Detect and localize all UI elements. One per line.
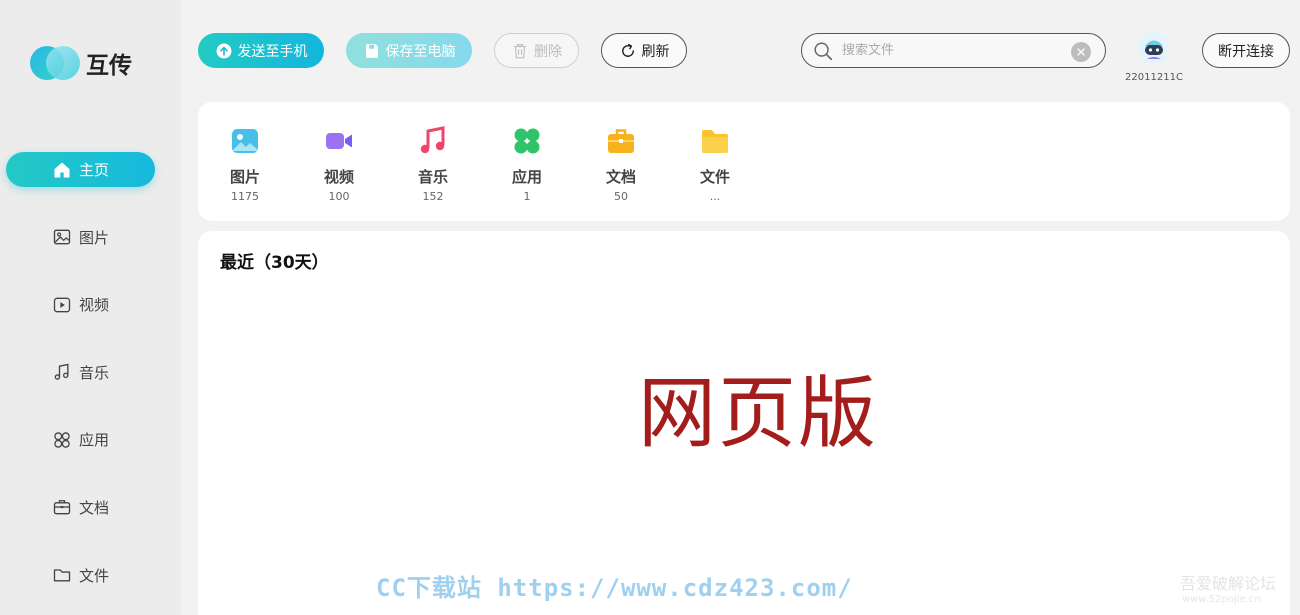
apps-icon [514, 128, 540, 154]
category-count: 100 [328, 190, 350, 203]
category-documents[interactable]: 文档 50 [591, 126, 651, 203]
sidebar-item-home[interactable]: 主页 [6, 152, 155, 187]
video-icon [53, 297, 71, 313]
search-box [801, 33, 1106, 68]
delete-button[interactable]: 删除 [494, 33, 579, 68]
folder-icon [702, 130, 728, 153]
category-name: 应用 [511, 168, 542, 186]
sidebar-item-videos[interactable]: 视频 [6, 287, 155, 322]
briefcase-icon [608, 129, 634, 153]
sidebar-item-music[interactable]: 音乐 [6, 355, 155, 390]
device-avatar-icon [1138, 32, 1170, 64]
sidebar-item-label: 文档 [78, 498, 109, 517]
web-version-overlay-text: 网页版 [638, 369, 879, 459]
recent-title: 最近（30天） [220, 253, 329, 273]
music-icon [420, 126, 445, 154]
save-to-pc-label: 保存至电脑 [385, 43, 456, 60]
category-name: 音乐 [417, 168, 448, 186]
logo-icon [30, 46, 80, 80]
app-name: 互传 [86, 53, 132, 79]
category-count: 1 [523, 190, 531, 203]
category-files[interactable]: 文件 ... [685, 126, 745, 203]
forum-url-watermark: www.52pojie.cn [1182, 594, 1261, 605]
disconnect-button[interactable]: 断开连接 [1202, 33, 1290, 68]
category-apps[interactable]: 应用 1 [497, 126, 557, 203]
category-name: 文件 [699, 168, 730, 186]
folder-icon [53, 569, 71, 582]
category-images[interactable]: 图片 1175 [215, 126, 275, 203]
category-count: 50 [614, 190, 628, 203]
category-card: 图片 1175 视频 100 音乐 152 应用 1 文档 50 文件 ... [198, 102, 1290, 221]
sidebar-item-images[interactable]: 图片 [6, 220, 155, 255]
video-icon [326, 133, 352, 149]
home-icon [54, 162, 70, 177]
sidebar-item-apps[interactable]: 应用 [6, 422, 155, 457]
category-count: 152 [422, 190, 444, 203]
trash-icon [514, 43, 526, 58]
refresh-button[interactable]: 刷新 [601, 33, 687, 68]
close-icon [1077, 48, 1085, 56]
delete-label: 删除 [534, 43, 562, 60]
sidebar-item-documents[interactable]: 文档 [6, 490, 155, 525]
briefcase-icon [53, 500, 71, 515]
forum-watermark: 吾爱破解论坛 [1180, 574, 1277, 593]
category-name: 视频 [323, 168, 354, 186]
save-to-pc-button[interactable]: 保存至电脑 [346, 33, 472, 68]
apps-icon [54, 432, 70, 448]
category-music[interactable]: 音乐 152 [403, 126, 463, 203]
sidebar-item-label: 文件 [78, 566, 109, 585]
image-icon [53, 229, 71, 245]
sidebar-item-label: 图片 [78, 228, 109, 247]
recent-card: 最近（30天） 网页版 [198, 231, 1290, 615]
sidebar-nav: 主页 图片 视频 音乐 应用 文档 文件 [6, 152, 155, 615]
category-name: 文档 [605, 168, 636, 186]
clear-search-button[interactable] [1071, 42, 1091, 62]
site-watermark: CC下载站 https://www.cdz423.com/ [376, 574, 853, 602]
save-icon [365, 43, 378, 58]
search-icon [814, 41, 833, 60]
send-to-phone-label: 发送至手机 [237, 43, 308, 60]
sidebar-item-files[interactable]: 文件 [6, 558, 155, 593]
category-videos[interactable]: 视频 100 [309, 126, 369, 203]
sidebar: 互传 主页 图片 视频 音乐 应用 文档 文件 [0, 0, 181, 615]
search-input[interactable] [842, 43, 1062, 58]
send-to-phone-button[interactable]: 发送至手机 [198, 33, 324, 68]
category-count: ... [709, 190, 721, 203]
sidebar-item-label: 视频 [78, 296, 109, 315]
upload-icon [216, 43, 231, 58]
sidebar-item-label: 主页 [78, 161, 109, 179]
app-logo: 互传 [30, 46, 132, 80]
image-icon [232, 129, 258, 153]
category-name: 图片 [229, 168, 260, 186]
device-name: 22011211C [1125, 72, 1183, 83]
category-count: 1175 [231, 190, 259, 203]
connected-device[interactable]: 22011211C [1120, 32, 1188, 83]
music-icon [54, 363, 69, 381]
refresh-icon [621, 43, 634, 57]
sidebar-item-label: 音乐 [78, 363, 109, 382]
sidebar-item-label: 应用 [78, 431, 109, 450]
refresh-label: 刷新 [641, 43, 670, 60]
